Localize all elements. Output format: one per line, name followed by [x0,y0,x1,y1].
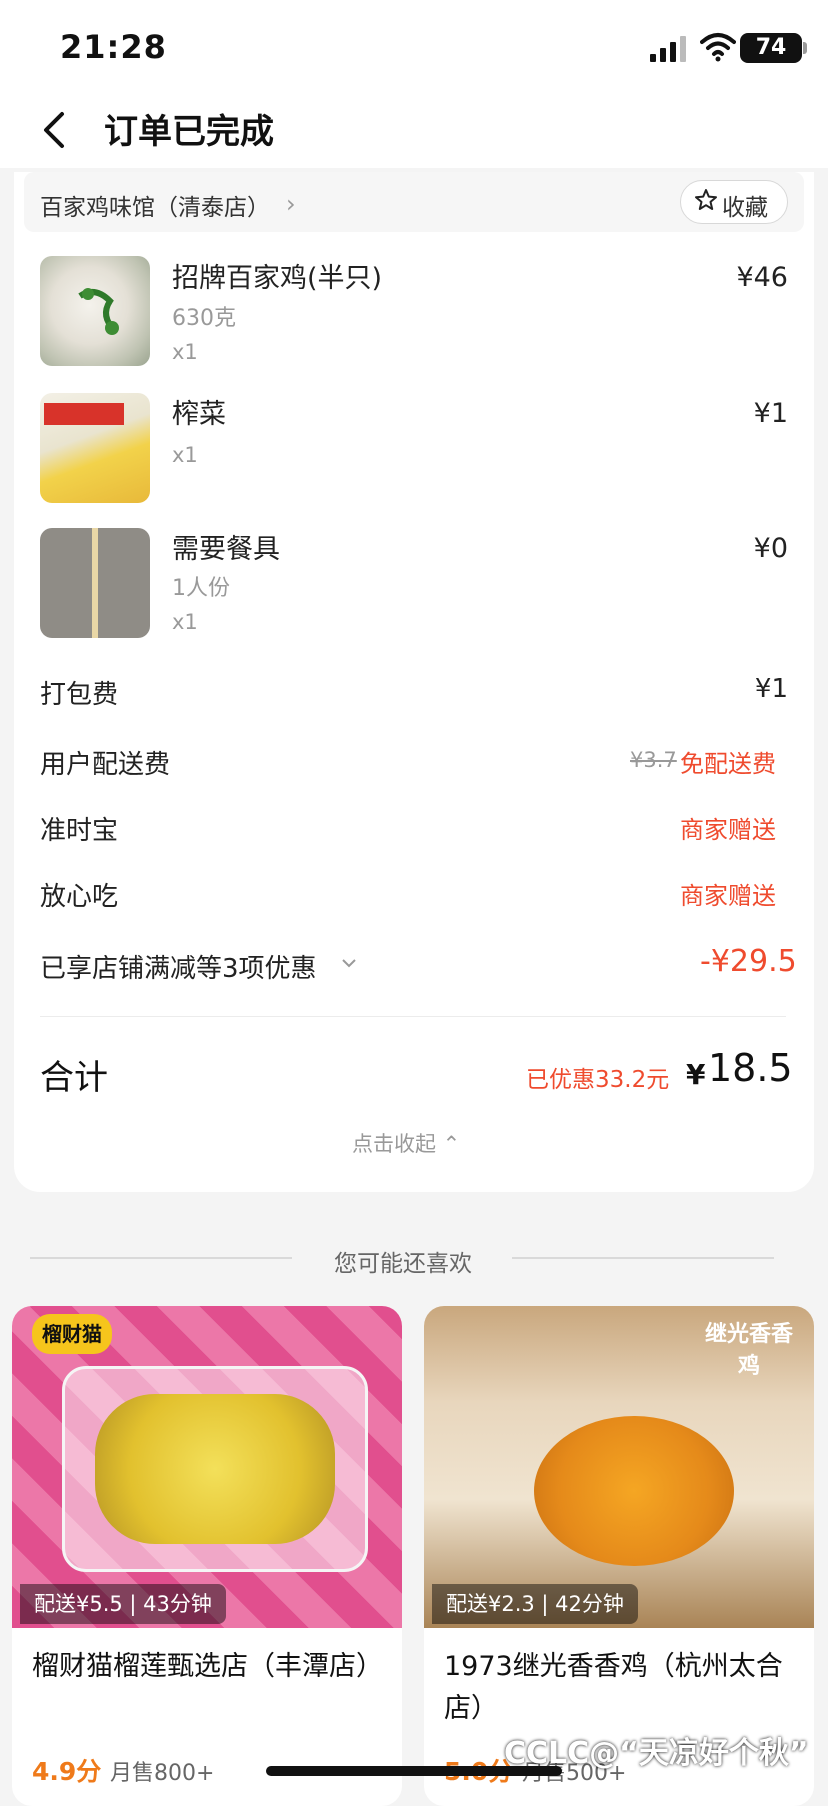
favorite-label[interactable]: 收藏 [722,188,768,222]
item-image-chicken[interactable] [40,256,150,366]
rec-divider-right [512,1257,774,1259]
safe-value: 商家赠送 [680,882,776,910]
discount-label[interactable]: 已享店铺满减等3项优惠 [40,948,317,985]
product-image-chicken[interactable]: 继光香香鸡 配送¥2.3 | 42分钟 [424,1306,814,1628]
delivery-fee-original: ¥3.7 [630,748,677,772]
total-label: 合计 [40,1058,108,1098]
product-rating: 4.9分 月售800+ [32,1752,214,1788]
safe-label: 放心吃 [40,882,119,912]
back-arrow-icon[interactable] [40,110,70,150]
item-spec: 630克 [172,306,236,331]
chevron-right-icon: › [286,190,296,218]
monthly-sold: 月售800+ [110,1761,215,1786]
home-indicator[interactable] [266,1766,562,1776]
packing-fee-value: ¥1 [754,674,788,704]
wifi-icon [700,33,736,62]
item-qty: x1 [172,443,198,467]
herb-garnish [78,288,119,335]
product-name: 1973继光香香鸡（杭州太合店） [444,1651,783,1724]
star-icon [695,189,717,210]
delivery-fee-value: 免配送费 [680,750,776,778]
collapse-button[interactable]: 点击收起 ⌃ [352,1128,460,1158]
item-qty: x1 [172,610,198,634]
item-name: 招牌百家鸡(半只) [172,263,383,294]
ontime-value: 商家赠送 [680,816,776,844]
fried-chicken-bowl [534,1416,734,1566]
battery-tip [803,42,807,54]
durian-flesh [95,1394,335,1544]
item-image-pickle[interactable] [40,393,150,503]
product-name: 榴财猫榴莲甄选店（丰潭店） [32,1651,383,1682]
product-card[interactable]: 榴财猫 配送¥5.5 | 43分钟 榴财猫榴莲甄选店（丰潭店） 4.9分 月售8… [12,1306,402,1806]
chopstick-shape [92,528,98,638]
rating-value: 4.9分 [32,1757,102,1786]
item-image-utensils[interactable] [40,528,150,638]
pickle-label-band [44,403,124,425]
total-currency: ¥ [686,1058,706,1091]
packing-fee-label: 打包费 [40,680,119,710]
status-time: 21:28 [60,28,167,66]
item-qty: x1 [172,340,198,364]
store-name[interactable]: 百家鸡味馆（清泰店） [40,188,270,222]
discount-value: -¥29.5 [700,944,797,979]
cellular-signal-icon [650,36,686,62]
rec-divider-left [30,1257,292,1259]
delivery-fee-label: 用户配送费 [40,750,171,780]
durian-box [62,1366,368,1572]
item-name: 需要餐具 [172,534,280,565]
brand-logo: 榴财猫 [32,1314,112,1354]
item-price: ¥0 [753,533,788,564]
total-saved: 已优惠33.2元 [526,1067,670,1093]
product-image-durian[interactable]: 榴财猫 配送¥5.5 | 43分钟 [12,1306,402,1628]
battery-icon: 74 [740,33,802,63]
chevron-down-icon[interactable] [340,956,358,970]
delivery-badge: 配送¥2.3 | 42分钟 [432,1584,638,1624]
brand-logo: 继光香香鸡 [704,1322,793,1379]
page-title: 订单已完成 [104,112,274,152]
item-price: ¥1 [753,398,788,429]
item-spec: 1人份 [172,576,230,601]
recommend-title: 您可能还喜欢 [334,1251,472,1277]
item-name: 榨菜 [172,399,226,430]
ontime-label: 准时宝 [40,816,119,846]
delivery-badge: 配送¥5.5 | 43分钟 [20,1584,226,1624]
item-price: ¥46 [736,262,788,293]
total-amount: 18.5 [708,1046,793,1090]
divider [40,1016,786,1017]
